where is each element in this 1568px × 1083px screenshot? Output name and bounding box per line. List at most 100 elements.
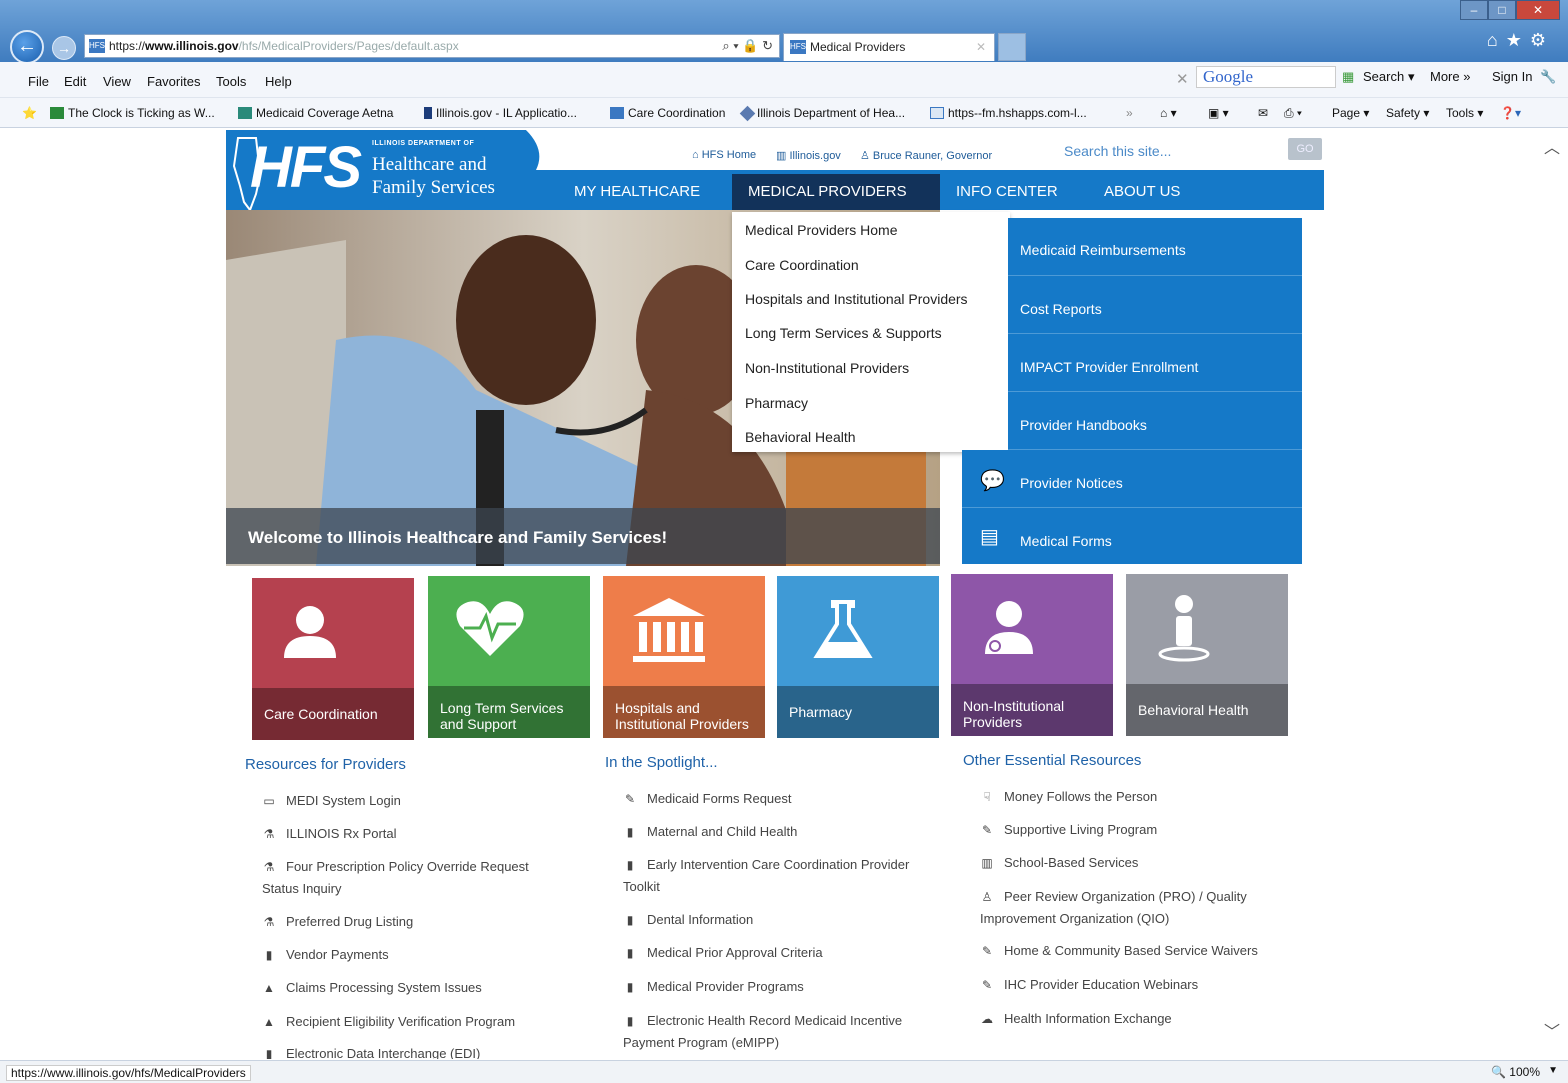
- other-money-follows[interactable]: ☟ Money Follows the Person: [980, 786, 1290, 808]
- search-icon[interactable]: ⌕: [722, 38, 729, 53]
- close-window-button[interactable]: ✕: [1516, 0, 1560, 20]
- fav-illinois-gov[interactable]: Illinois.gov - IL Applicatio...: [424, 106, 577, 120]
- illinois-gov-link[interactable]: ▥ Illinois.gov: [776, 149, 841, 162]
- maximize-button[interactable]: □: [1488, 0, 1516, 20]
- spotlight-dental[interactable]: ▮ Dental Information: [623, 909, 923, 931]
- nav-medical-providers[interactable]: MEDICAL PROVIDERS: [732, 174, 940, 210]
- cost-reports-link[interactable]: Cost Reports: [1008, 276, 1302, 334]
- mail-icon[interactable]: ✉: [1258, 106, 1268, 120]
- address-bar[interactable]: HFS https://www.illinois.gov/hfs/Medical…: [84, 34, 780, 58]
- new-tab-button[interactable]: [998, 33, 1026, 61]
- dropdown-medical-providers-home[interactable]: Medical Providers Home: [745, 222, 898, 238]
- back-button[interactable]: ←: [10, 30, 44, 64]
- menu-favorites[interactable]: Favorites: [147, 74, 200, 89]
- favorites-star-add-icon[interactable]: ⭐: [22, 106, 37, 120]
- scroll-down-icon[interactable]: ﹀: [1544, 1018, 1560, 1042]
- provider-handbooks-link[interactable]: Provider Handbooks: [1008, 392, 1302, 450]
- tile-care-coordination[interactable]: Care Coordination: [252, 578, 414, 740]
- tile-pharmacy[interactable]: Pharmacy: [777, 576, 939, 738]
- google-search-input[interactable]: Google: [1196, 66, 1336, 88]
- dropdown-care-coordination[interactable]: Care Coordination: [745, 257, 859, 273]
- google-clear-icon[interactable]: ✕: [1176, 70, 1189, 88]
- spotlight-emipp[interactable]: ▮ Electronic Health Record Medicaid Incen…: [623, 1010, 933, 1054]
- resource-drug-listing[interactable]: ⚗ Preferred Drug Listing: [262, 911, 562, 933]
- site-search-input[interactable]: Search this site...: [1056, 140, 1282, 162]
- help-icon[interactable]: ❓▾: [1500, 106, 1521, 120]
- tile-label: Care Coordination: [252, 688, 414, 740]
- more-button[interactable]: More »: [1430, 69, 1470, 84]
- hfs-home-link[interactable]: ⌂ HFS Home: [692, 149, 756, 161]
- spotlight-provider-programs[interactable]: ▮ Medical Provider Programs: [623, 976, 923, 998]
- menu-view[interactable]: View: [103, 74, 131, 89]
- spotlight-prior-approval[interactable]: ▮ Medical Prior Approval Criteria: [623, 942, 923, 964]
- home-icon[interactable]: ⌂: [1487, 30, 1506, 50]
- resource-eligibility-verification[interactable]: ▲ Recipient Eligibility Verification Prog…: [262, 1011, 562, 1033]
- go-button[interactable]: GO: [1288, 138, 1322, 160]
- dropdown-non-institutional[interactable]: Non-Institutional Providers: [745, 360, 909, 376]
- menu-edit[interactable]: Edit: [64, 74, 86, 89]
- resource-vendor-payments[interactable]: ▮ Vendor Payments: [262, 944, 562, 966]
- resource-override-request[interactable]: ⚗ Four Prescription Policy Override Reque…: [262, 856, 562, 900]
- nav-about-us[interactable]: ABOUT US: [1088, 174, 1196, 210]
- menu-tools[interactable]: Tools: [216, 74, 246, 89]
- fav-care-coordination[interactable]: Care Coordination: [610, 106, 725, 120]
- other-supportive-living[interactable]: ✎ Supportive Living Program: [980, 819, 1290, 841]
- other-peer-review[interactable]: ♙ Peer Review Organization (PRO) / Qualit…: [980, 886, 1290, 930]
- fav-clock[interactable]: The Clock is Ticking as W...: [50, 106, 215, 120]
- tab-medical-providers[interactable]: HFS Medical Providers ✕: [783, 33, 995, 61]
- fav-illinois-dept-health[interactable]: Illinois Department of Hea...: [739, 105, 905, 122]
- other-school-based[interactable]: ▥ School-Based Services: [980, 852, 1290, 874]
- spotlight-maternal-child[interactable]: ▮ Maternal and Child Health: [623, 821, 923, 843]
- tile-behavioral-health[interactable]: Behavioral Health: [1126, 574, 1288, 736]
- other-hcbs-waivers[interactable]: ✎ Home & Community Based Service Waivers: [980, 940, 1290, 962]
- home-icon[interactable]: ⌂ ▾: [1160, 106, 1177, 120]
- fav-medicaid-aetna[interactable]: Medicaid Coverage Aetna: [238, 106, 393, 120]
- dropdown-long-term-services[interactable]: Long Term Services & Supports: [745, 325, 942, 341]
- zoom-dropdown-icon[interactable]: ▼: [1548, 1065, 1558, 1076]
- tile-hospitals[interactable]: Hospitals and Institutional Providers: [603, 576, 765, 738]
- logo-initials[interactable]: HFS: [250, 134, 362, 201]
- dropdown-behavioral-health[interactable]: Behavioral Health: [745, 429, 856, 445]
- other-health-info-exchange[interactable]: ☁ Health Information Exchange: [980, 1008, 1290, 1030]
- zoom-level[interactable]: 🔍 100%: [1491, 1065, 1540, 1079]
- minimize-button[interactable]: –: [1460, 0, 1488, 20]
- safety-menu[interactable]: Safety ▾: [1386, 106, 1429, 120]
- page-menu[interactable]: Page ▾: [1332, 106, 1369, 120]
- sign-in-button[interactable]: Sign In: [1492, 69, 1532, 84]
- forward-button[interactable]: →: [52, 36, 76, 60]
- provider-notices-link[interactable]: 💬 Provider Notices: [962, 450, 1302, 508]
- resource-rx-portal[interactable]: ⚗ ILLINOIS Rx Portal: [262, 823, 562, 845]
- book-icon: ▮: [626, 1014, 634, 1028]
- tab-close-icon[interactable]: ✕: [976, 34, 986, 60]
- favorites-star-icon[interactable]: ★: [1506, 30, 1530, 50]
- impact-provider-enrollment-link[interactable]: IMPACT Provider Enrollment: [1008, 334, 1302, 392]
- other-ihc-webinars[interactable]: ✎ IHC Provider Education Webinars: [980, 974, 1290, 996]
- search-dropdown-icon[interactable]: ▾: [1408, 69, 1415, 85]
- governor-link[interactable]: ♙ Bruce Rauner, Governor: [860, 149, 992, 162]
- gear-icon[interactable]: ⚙: [1530, 30, 1554, 50]
- resource-edi[interactable]: ▮ Electronic Data Interchange (EDI): [262, 1043, 562, 1059]
- medical-forms-link[interactable]: ▤ Medical Forms: [962, 508, 1302, 564]
- menu-help[interactable]: Help: [265, 74, 292, 89]
- menu-file[interactable]: File: [28, 74, 49, 89]
- fav-hshapps[interactable]: https--fm.hshapps.com-l...: [930, 106, 1087, 120]
- rss-icon[interactable]: ▣ ▾: [1208, 106, 1229, 120]
- nav-info-center[interactable]: INFO CENTER: [940, 174, 1074, 210]
- google-search-button[interactable]: Search: [1363, 69, 1404, 84]
- medicaid-reimbursements-link[interactable]: Medicaid Reimbursements: [1008, 218, 1302, 276]
- spotlight-early-intervention[interactable]: ▮ Early Intervention Care Coordination Pr…: [623, 854, 923, 898]
- tile-long-term-services[interactable]: Long Term Services and Support: [428, 576, 590, 738]
- dropdown-hospitals[interactable]: Hospitals and Institutional Providers: [745, 291, 968, 307]
- spotlight-medicaid-forms[interactable]: ✎ Medicaid Forms Request: [623, 788, 923, 810]
- resource-medi-login[interactable]: ▭ MEDI System Login: [262, 790, 562, 812]
- dropdown-pharmacy[interactable]: Pharmacy: [745, 395, 808, 411]
- tools-menu[interactable]: Tools ▾: [1446, 106, 1483, 120]
- refresh-icon[interactable]: ↻: [762, 38, 773, 53]
- wrench-icon[interactable]: 🔧: [1540, 69, 1556, 85]
- nav-my-healthcare[interactable]: MY HEALTHCARE: [558, 174, 716, 210]
- resource-claims-issues[interactable]: ▲ Claims Processing System Issues: [262, 977, 562, 999]
- scroll-up-icon[interactable]: ︿: [1544, 134, 1560, 158]
- tile-non-institutional[interactable]: Non-Institutional Providers: [951, 574, 1113, 736]
- address-protocol: https://: [109, 39, 146, 53]
- print-icon[interactable]: ⎙ ▾: [1284, 106, 1302, 121]
